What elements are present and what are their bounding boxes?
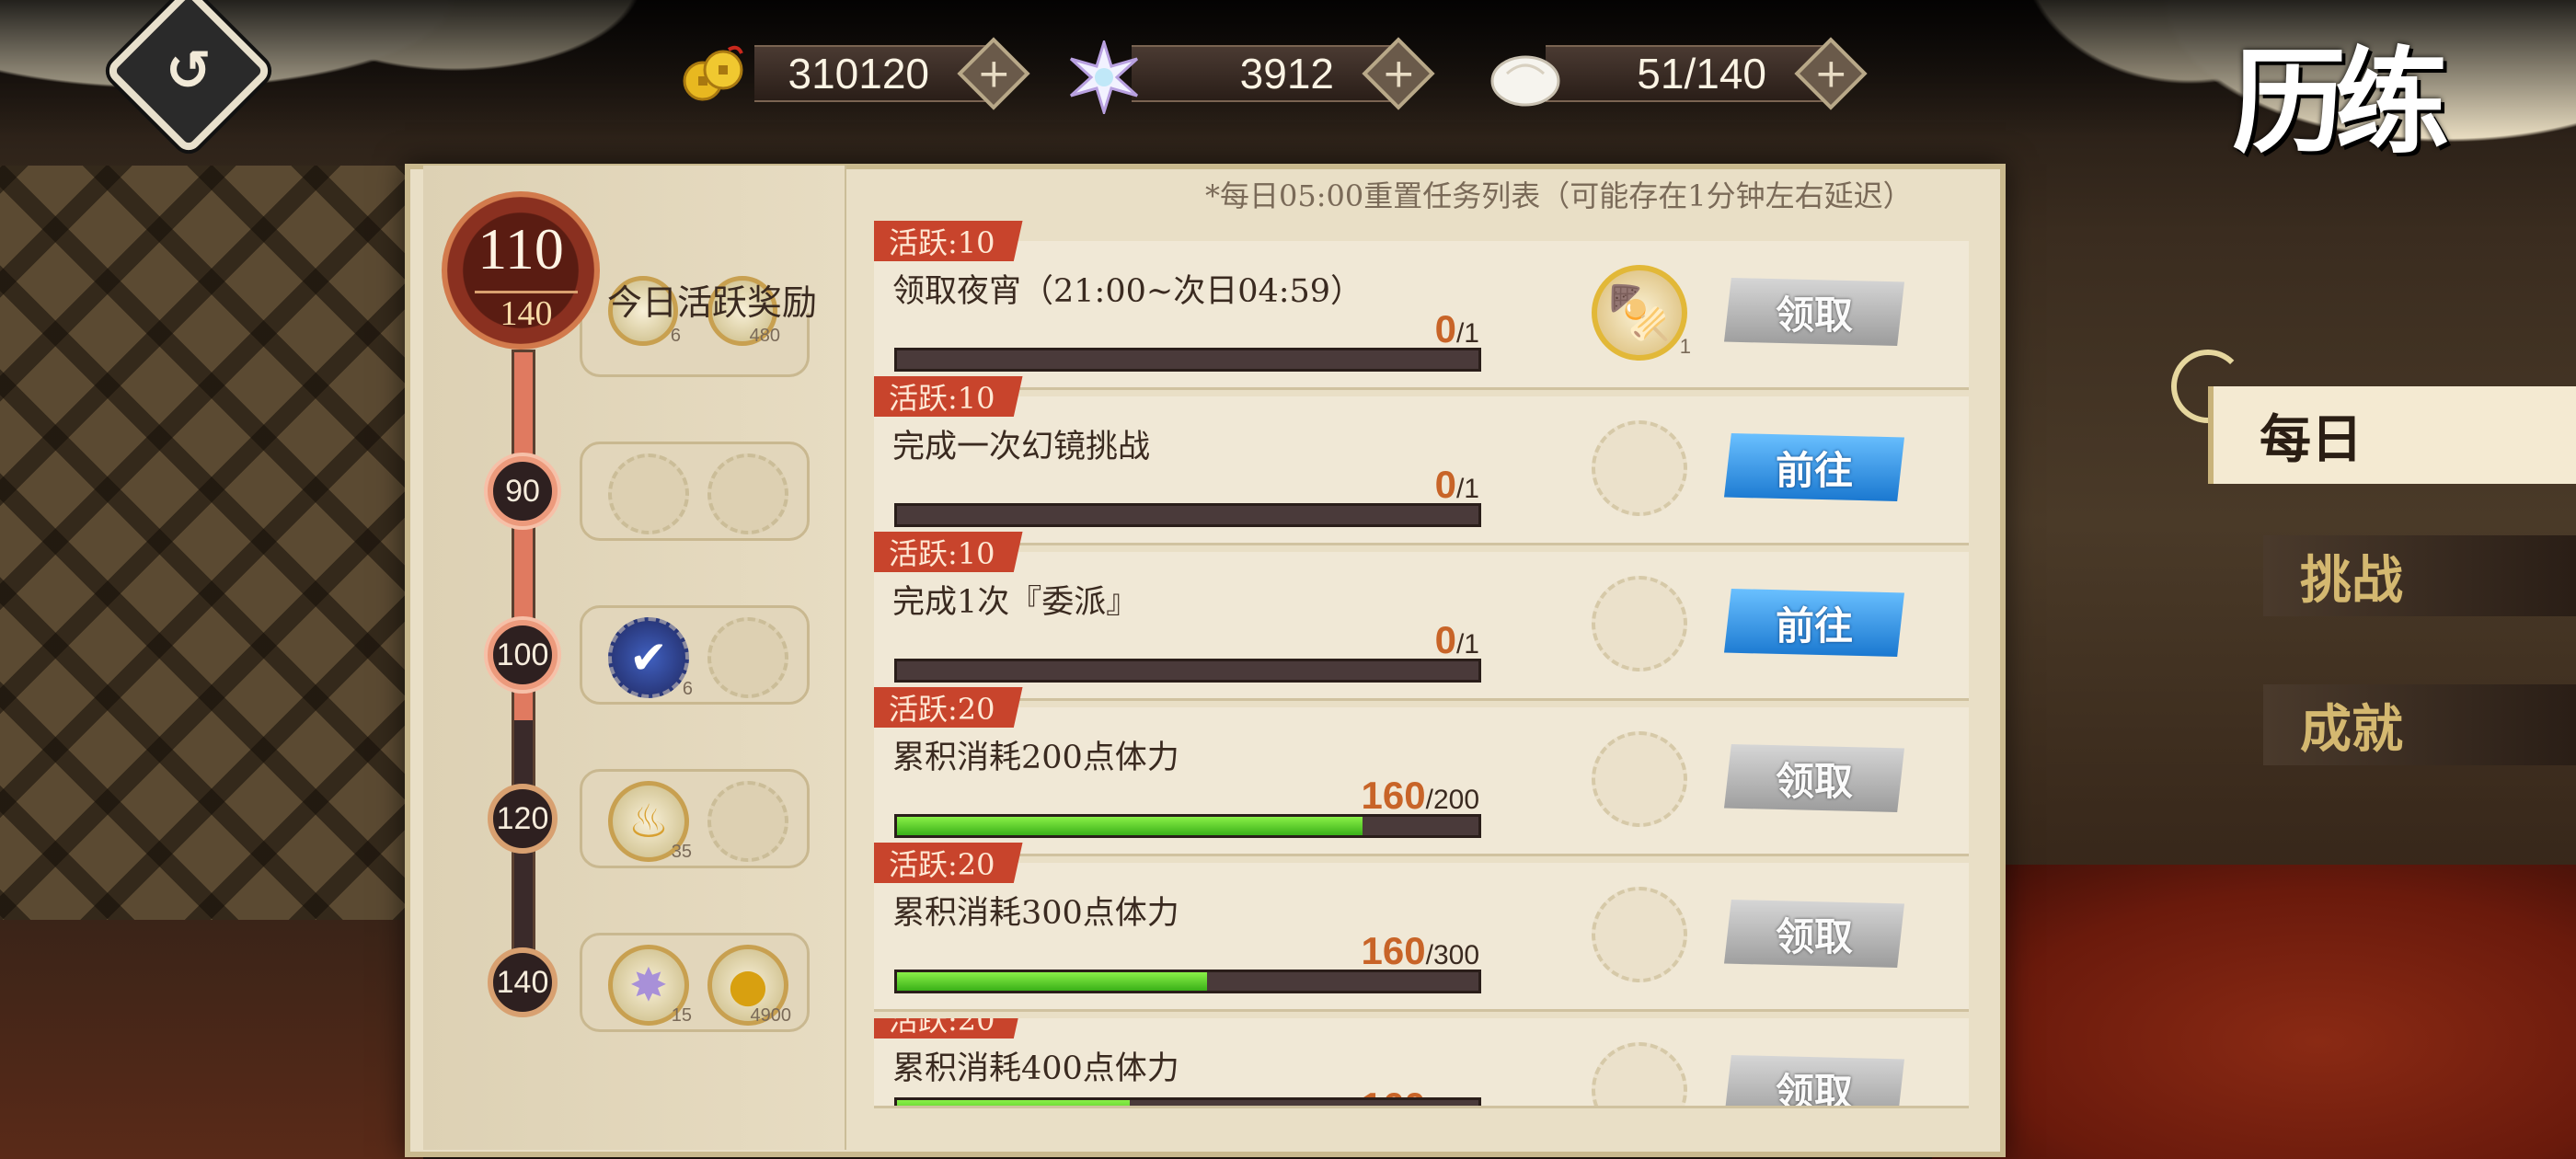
- activity-points-badge: 活跃:10: [874, 532, 1023, 572]
- claim-button[interactable]: 领取: [1724, 278, 1904, 346]
- task-progress-done: 160: [1361, 929, 1426, 972]
- task-progress-total: /200: [1425, 785, 1479, 815]
- reward-empty-slot: [707, 781, 788, 862]
- tab-daily[interactable]: 每日: [2208, 386, 2576, 484]
- claim-button[interactable]: 领取: [1724, 900, 1904, 968]
- task-progress-total: /1: [1455, 474, 1479, 504]
- task-progress-bar: [894, 1097, 1481, 1106]
- task-reward-empty-slot: [1592, 420, 1687, 516]
- task-reward-empty-slot: [1592, 887, 1687, 982]
- skewer-food-icon: 🍢: [1607, 283, 1672, 343]
- reward-empty-slot: [608, 453, 689, 534]
- stamina-bun-icon: [1490, 55, 1560, 107]
- page-title: 历练: [2231, 36, 2449, 169]
- coin-resource: 310120 +: [754, 37, 1030, 110]
- task-progress-text: 160/200: [892, 774, 1479, 818]
- milestone-node-140: 140: [488, 947, 558, 1017]
- tab-achievement[interactable]: 成就: [2263, 684, 2576, 765]
- go-button[interactable]: 前往: [1724, 433, 1904, 501]
- task-row: 活跃:20 累积消耗300点体力 160/300 领取: [874, 843, 1969, 1012]
- task-progress-done: 160: [1361, 774, 1426, 817]
- reset-notice: *每日05:00重置任务列表（可能存在1分钟左右延迟）: [1205, 178, 1913, 213]
- milestone-rewards-120: ♨ 35: [580, 769, 810, 868]
- activity-current: 110: [477, 216, 564, 281]
- task-reward-slot[interactable]: 🍢 1: [1592, 265, 1691, 361]
- task-progress-total: /300: [1425, 940, 1479, 970]
- reward-empty-slot: [707, 617, 788, 698]
- task-row: 活跃:10 完成一次幻镜挑战 0/1 前往: [874, 376, 1969, 545]
- claim-button[interactable]: 领取: [1724, 1055, 1904, 1106]
- claim-button[interactable]: 领取: [1724, 744, 1904, 812]
- task-progress-text: 0/1: [892, 463, 1479, 507]
- reward-empty-slot: [707, 453, 788, 534]
- task-progress-total: /1: [1455, 318, 1479, 349]
- tab-challenge[interactable]: 挑战: [2263, 535, 2576, 616]
- task-progress-done: 0: [1434, 307, 1456, 350]
- jade-value: 3912: [1132, 45, 1398, 102]
- back-arrow-icon: ↺: [165, 39, 213, 103]
- stamina-value: 51/140: [1546, 45, 1831, 102]
- reward-coin-slot[interactable]: ● 4900: [707, 945, 791, 1026]
- stamina-resource: 51/140 +: [1546, 37, 1868, 110]
- milestone-rewards-90: [580, 442, 810, 541]
- activity-points-badge: 活跃:10: [874, 376, 1023, 417]
- background-carpet: [1932, 865, 2576, 1159]
- task-row: 活跃:20 累积消耗400点体力 160/400 领取: [874, 1018, 1969, 1108]
- task-name: 累积消耗300点体力: [892, 895, 1179, 932]
- task-progress-fill: [897, 817, 1363, 835]
- task-progress-total: /1: [1455, 629, 1479, 660]
- task-reward-empty-slot: [1592, 1042, 1687, 1106]
- task-progress-fill: [897, 972, 1207, 991]
- task-row: 活跃:10 完成1次『委派』 0/1 前往: [874, 532, 1969, 701]
- activity-points-badge: 110 140: [442, 191, 600, 350]
- task-name: 完成1次『委派』: [892, 584, 1139, 621]
- task-progress-done: 0: [1434, 618, 1456, 661]
- milestone-node-120: 120: [488, 784, 558, 854]
- task-progress-text: 0/1: [892, 307, 1479, 351]
- milestone-node-100: 100: [488, 620, 558, 690]
- background-window: [0, 166, 423, 993]
- task-name: 领取夜宵（21:00~次日04:59）: [892, 273, 1363, 310]
- task-row: 活跃:10 领取夜宵（21:00~次日04:59） 0/1 🍢 1 领取: [874, 221, 1969, 390]
- task-progress-text: 160/300: [892, 929, 1479, 973]
- task-progress-done: 0: [1434, 463, 1456, 506]
- task-reward-empty-slot: [1592, 576, 1687, 671]
- background-floor: [0, 920, 423, 1159]
- reward-jade-slot[interactable]: ✸ 15: [608, 945, 692, 1026]
- checkmark-icon: ✔: [629, 631, 668, 684]
- milestone-node-90: 90: [488, 456, 558, 526]
- coin-icon: [683, 45, 743, 101]
- task-progress-bar: [894, 503, 1481, 527]
- task-row: 活跃:20 累积消耗200点体力 160/200 领取: [874, 687, 1969, 856]
- milestone-rewards-140: ✸ 15 ● 4900: [580, 933, 810, 1032]
- task-progress-bar: [894, 970, 1481, 993]
- milestone-rewards-100: ✔ 6: [580, 605, 810, 705]
- task-name: 累积消耗200点体力: [892, 740, 1179, 776]
- reward-gourd-slot[interactable]: ♨ 35: [608, 781, 692, 862]
- activity-points-badge: 活跃:20: [874, 687, 1023, 728]
- task-progress-bar: [894, 348, 1481, 372]
- activity-reward-title: 今日活跃奖励: [607, 282, 818, 323]
- task-reward-empty-slot: [1592, 731, 1687, 827]
- task-progress-bar: [894, 659, 1481, 683]
- reward-claimed-slot[interactable]: ✔ 6: [608, 617, 693, 699]
- task-name: 累积消耗400点体力: [892, 1050, 1179, 1087]
- task-progress-text: 0/1: [892, 618, 1479, 662]
- go-button[interactable]: 前往: [1724, 589, 1904, 657]
- task-progress-bar: [894, 814, 1481, 838]
- activity-points-badge: 活跃:10: [874, 221, 1023, 261]
- activity-points-badge: 活跃:20: [874, 843, 1023, 883]
- jade-resource: 3912 +: [1132, 37, 1435, 110]
- task-progress-fill: [897, 1100, 1130, 1106]
- activity-max: 140: [475, 291, 578, 334]
- activity-points-badge: 活跃:20: [874, 1018, 1023, 1039]
- task-name: 完成一次幻镜挑战: [892, 429, 1151, 465]
- jade-star-icon: [1069, 40, 1139, 114]
